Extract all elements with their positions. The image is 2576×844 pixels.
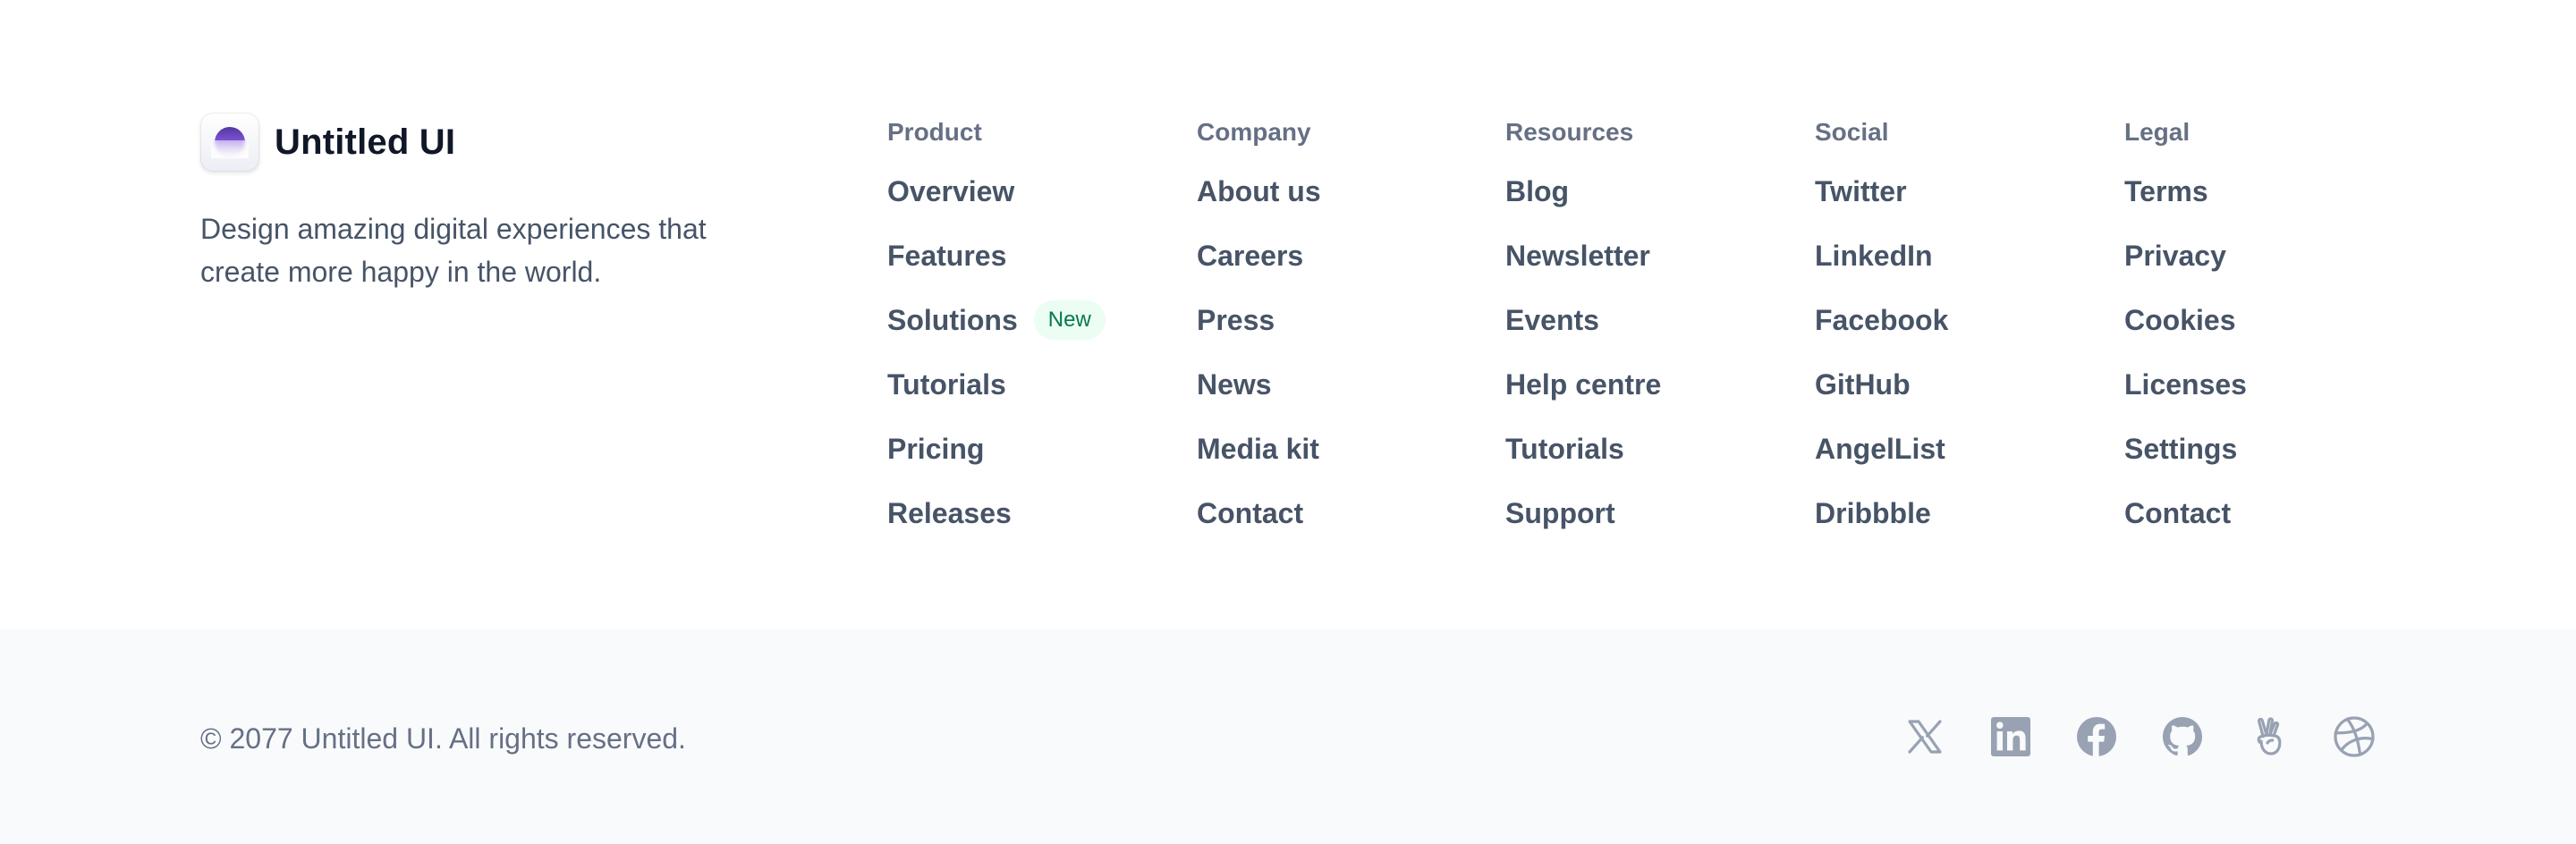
list-item: Press	[1197, 304, 1465, 368]
list-item: About us	[1197, 175, 1465, 240]
footer-column-product: Product Overview Features Solutions New T…	[887, 116, 1156, 561]
github-icon[interactable]	[2161, 715, 2204, 758]
footer-column-legal: Legal Terms Privacy Cookies Licenses Set…	[2124, 116, 2393, 561]
footer-link-press[interactable]: Press	[1197, 299, 1275, 342]
footer-link-github[interactable]: GitHub	[1815, 363, 1911, 406]
list-item: Newsletter	[1505, 240, 1774, 304]
list-item: Features	[887, 240, 1156, 304]
column-title: Product	[887, 118, 982, 146]
column-title: Legal	[2124, 118, 2190, 146]
column-title: Company	[1197, 118, 1311, 146]
new-badge: New	[1033, 300, 1106, 340]
list-item: Terms	[2124, 175, 2393, 240]
footer-link-blog[interactable]: Blog	[1505, 170, 1569, 213]
footer-link-facebook[interactable]: Facebook	[1815, 299, 1948, 342]
footer-link-news[interactable]: News	[1197, 363, 1272, 406]
list-item: Tutorials	[1505, 433, 1774, 497]
list-item: Settings	[2124, 433, 2393, 497]
footer-column-resources: Resources Blog Newsletter Events Help ce…	[1505, 116, 1774, 561]
footer-link-features[interactable]: Features	[887, 234, 1006, 277]
list-item: Careers	[1197, 240, 1465, 304]
list-item: Solutions New	[887, 300, 1156, 368]
list-item: Cookies	[2124, 304, 2393, 368]
footer-link-contact[interactable]: Contact	[1197, 492, 1303, 535]
footer-link-releases[interactable]: Releases	[887, 492, 1012, 535]
list-item: Licenses	[2124, 368, 2393, 433]
footer-bottom: © 2077 Untitled UI. All rights reserved.	[0, 629, 2576, 844]
list-item: Media kit	[1197, 433, 1465, 497]
logo-text: Untitled UI	[275, 122, 456, 162]
list-item: AngelList	[1815, 433, 2083, 497]
footer-link-tutorials[interactable]: Tutorials	[1505, 427, 1624, 470]
footer-link-tutorials[interactable]: Tutorials	[887, 363, 1006, 406]
footer-column-social: Social Twitter LinkedIn Facebook GitHub …	[1815, 116, 2083, 561]
list-item: Twitter	[1815, 175, 2083, 240]
list-item: Support	[1505, 497, 1774, 561]
list-item: Overview	[887, 175, 1156, 240]
x-icon[interactable]	[1903, 715, 1946, 758]
dribbble-icon[interactable]	[2333, 715, 2376, 758]
footer-link-terms[interactable]: Terms	[2124, 170, 2208, 213]
list-item: LinkedIn	[1815, 240, 2083, 304]
footer-link-angellist[interactable]: AngelList	[1815, 427, 1945, 470]
footer-link-pricing[interactable]: Pricing	[887, 427, 984, 470]
footer-link-overview[interactable]: Overview	[887, 170, 1014, 213]
footer-link-dribbble[interactable]: Dribbble	[1815, 492, 1931, 535]
footer-link-support[interactable]: Support	[1505, 492, 1615, 535]
list-item: Contact	[1197, 497, 1465, 561]
list-item: Pricing	[887, 433, 1156, 497]
footer-column-company: Company About us Careers Press News Medi…	[1197, 116, 1465, 561]
linkedin-icon[interactable]	[1989, 715, 2032, 758]
footer-link-events[interactable]: Events	[1505, 299, 1599, 342]
list-item: Tutorials	[887, 368, 1156, 433]
footer-link-licenses[interactable]: Licenses	[2124, 363, 2247, 406]
brand-tagline: Design amazing digital experiences that …	[200, 213, 707, 288]
footer-link-privacy[interactable]: Privacy	[2124, 234, 2226, 277]
column-title: Social	[1815, 118, 1889, 146]
footer-link-contact[interactable]: Contact	[2124, 492, 2231, 535]
list-item: Blog	[1505, 175, 1774, 240]
footer-link-about-us[interactable]: About us	[1197, 170, 1321, 213]
footer-link-careers[interactable]: Careers	[1197, 234, 1303, 277]
column-title: Resources	[1505, 118, 1634, 146]
list-item: Events	[1505, 304, 1774, 368]
list-item: Help centre	[1505, 368, 1774, 433]
list-item: Releases	[887, 497, 1156, 561]
footer-link-solutions[interactable]: Solutions	[887, 299, 1018, 342]
list-item: GitHub	[1815, 368, 2083, 433]
list-item: Privacy	[2124, 240, 2393, 304]
facebook-icon[interactable]	[2075, 715, 2118, 758]
footer-link-cookies[interactable]: Cookies	[2124, 299, 2235, 342]
list-item: Contact	[2124, 497, 2393, 561]
brand-block: Untitled UI Design amazing digital exper…	[200, 113, 773, 293]
footer-link-twitter[interactable]: Twitter	[1815, 170, 1907, 213]
footer-link-newsletter[interactable]: Newsletter	[1505, 234, 1650, 277]
list-item: News	[1197, 368, 1465, 433]
logo[interactable]: Untitled UI	[200, 113, 773, 172]
social-icons	[1903, 715, 2376, 758]
copyright-text: © 2077 Untitled UI. All rights reserved.	[200, 722, 686, 755]
angellist-icon[interactable]	[2247, 715, 2290, 758]
footer-link-media-kit[interactable]: Media kit	[1197, 427, 1319, 470]
logo-mark-icon	[200, 113, 259, 172]
list-item: Facebook	[1815, 304, 2083, 368]
footer-link-settings[interactable]: Settings	[2124, 427, 2237, 470]
footer-top: Untitled UI Design amazing digital exper…	[0, 0, 2576, 629]
footer-link-linkedin[interactable]: LinkedIn	[1815, 234, 1933, 277]
list-item: Dribbble	[1815, 497, 2083, 561]
footer-link-help-centre[interactable]: Help centre	[1505, 363, 1661, 406]
